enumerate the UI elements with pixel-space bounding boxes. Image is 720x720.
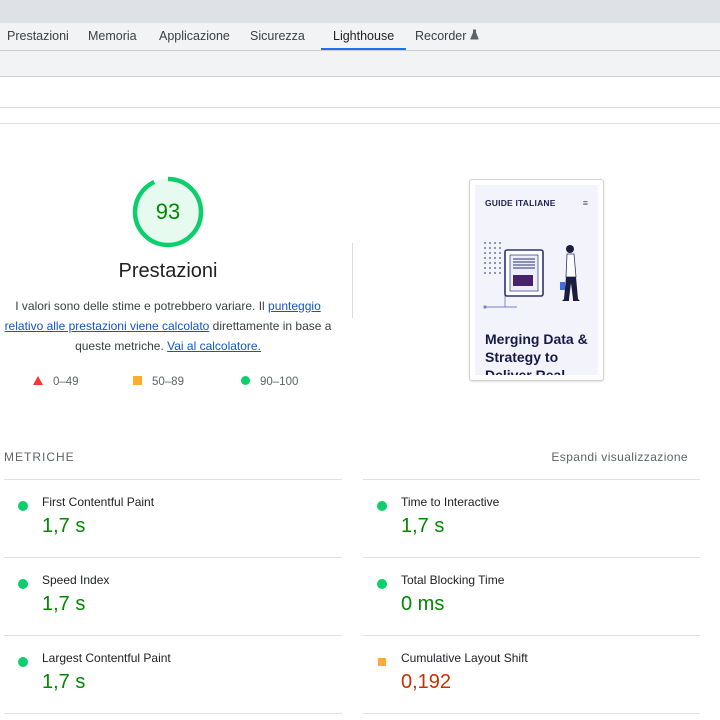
devtools-tab-bar: Prestazioni Memoria Applicazione Sicurez… xyxy=(0,23,720,51)
woman-with-document-illustration xyxy=(483,242,580,309)
metric-value: 1,7 s xyxy=(401,515,445,537)
active-tab-indicator xyxy=(321,48,407,50)
pass-circle-icon xyxy=(18,498,28,516)
metric-value: 0,192 xyxy=(401,671,452,693)
performance-description: I valori sono delle stime e potrebbero v… xyxy=(0,296,336,356)
pass-circle-icon xyxy=(18,576,28,594)
report-divider xyxy=(0,123,720,124)
tab-recorder[interactable]: Recorder xyxy=(415,23,480,50)
hamburger-menu-icon: ≡ xyxy=(582,198,588,208)
screenshot-headline: Merging Data & Strategy to Deliver Real xyxy=(485,331,588,375)
legend-label: 50–89 xyxy=(152,376,184,389)
metric-divider xyxy=(4,713,342,714)
calculator-link[interactable]: Vai al calcolatore. xyxy=(167,339,261,353)
metric-time-to-interactive: Time to Interactive 1,7 s xyxy=(363,480,693,558)
pass-circle-icon xyxy=(241,374,250,390)
window-top-strip xyxy=(0,0,720,23)
metric-title: Cumulative Layout Shift xyxy=(401,651,528,665)
vertical-divider xyxy=(352,243,353,318)
average-square-icon xyxy=(133,374,142,390)
legend-fail: 0–49 xyxy=(33,374,79,390)
metric-value: 1,7 s xyxy=(42,515,86,537)
metric-title: Largest Contentful Paint xyxy=(42,651,171,665)
screenshot-brand: GUIDE ITALIANE xyxy=(485,198,556,208)
metric-value: 1,7 s xyxy=(42,671,86,693)
metric-speed-index: Speed Index 1,7 s xyxy=(4,558,334,636)
tab-label: Recorder xyxy=(415,29,467,43)
tab-label: Applicazione xyxy=(159,29,230,43)
metric-cumulative-layout-shift: Cumulative Layout Shift 0,192 xyxy=(363,636,693,714)
legend-pass: 90–100 xyxy=(241,374,298,390)
lighthouse-toolbar xyxy=(0,51,720,77)
tab-applicazione[interactable]: Applicazione xyxy=(159,23,230,50)
average-square-icon xyxy=(377,654,387,672)
tab-label: Lighthouse xyxy=(333,29,395,43)
expand-view-toggle[interactable]: Espandi visualizzazione xyxy=(551,450,688,464)
fail-triangle-icon xyxy=(33,374,43,390)
metrics-section-title: METRICHE xyxy=(4,450,75,464)
performance-score: 93 xyxy=(155,199,181,224)
description-text: I valori sono delle stime e potrebbero v… xyxy=(15,299,269,313)
metric-title: First Contentful Paint xyxy=(42,495,155,509)
tab-memoria[interactable]: Memoria xyxy=(88,23,137,50)
legend-average: 50–89 xyxy=(133,374,184,390)
tab-label: Prestazioni xyxy=(7,29,69,43)
pass-circle-icon xyxy=(18,654,28,672)
flask-icon xyxy=(470,23,480,50)
tab-prestazioni[interactable]: Prestazioni xyxy=(7,23,69,50)
metric-largest-contentful-paint: Largest Contentful Paint 1,7 s xyxy=(4,636,334,714)
legend-label: 0–49 xyxy=(53,376,79,389)
metric-divider xyxy=(363,713,700,714)
tab-sicurezza[interactable]: Sicurezza xyxy=(250,23,305,50)
screenshot-page: GUIDE ITALIANE ≡ Merging Data & Strategy… xyxy=(475,185,598,375)
metric-title: Speed Index xyxy=(42,573,110,587)
pass-circle-icon xyxy=(377,576,387,594)
performance-title: Prestazioni xyxy=(118,260,218,282)
legend-label: 90–100 xyxy=(260,376,299,389)
tab-lighthouse[interactable]: Lighthouse xyxy=(321,23,407,50)
final-screenshot-thumbnail[interactable]: GUIDE ITALIANE ≡ Merging Data & Strategy… xyxy=(469,179,604,381)
report-url-bar xyxy=(0,77,720,108)
tab-label: Sicurezza xyxy=(250,29,305,43)
metric-value: 0 ms xyxy=(401,593,445,615)
metric-title: Time to Interactive xyxy=(401,495,500,509)
tab-label: Memoria xyxy=(88,29,137,43)
metric-title: Total Blocking Time xyxy=(401,573,505,587)
metric-value: 1,7 s xyxy=(42,593,86,615)
metric-total-blocking-time: Total Blocking Time 0 ms xyxy=(363,558,693,636)
metric-first-contentful-paint: First Contentful Paint 1,7 s xyxy=(4,480,334,558)
pass-circle-icon xyxy=(377,498,387,516)
